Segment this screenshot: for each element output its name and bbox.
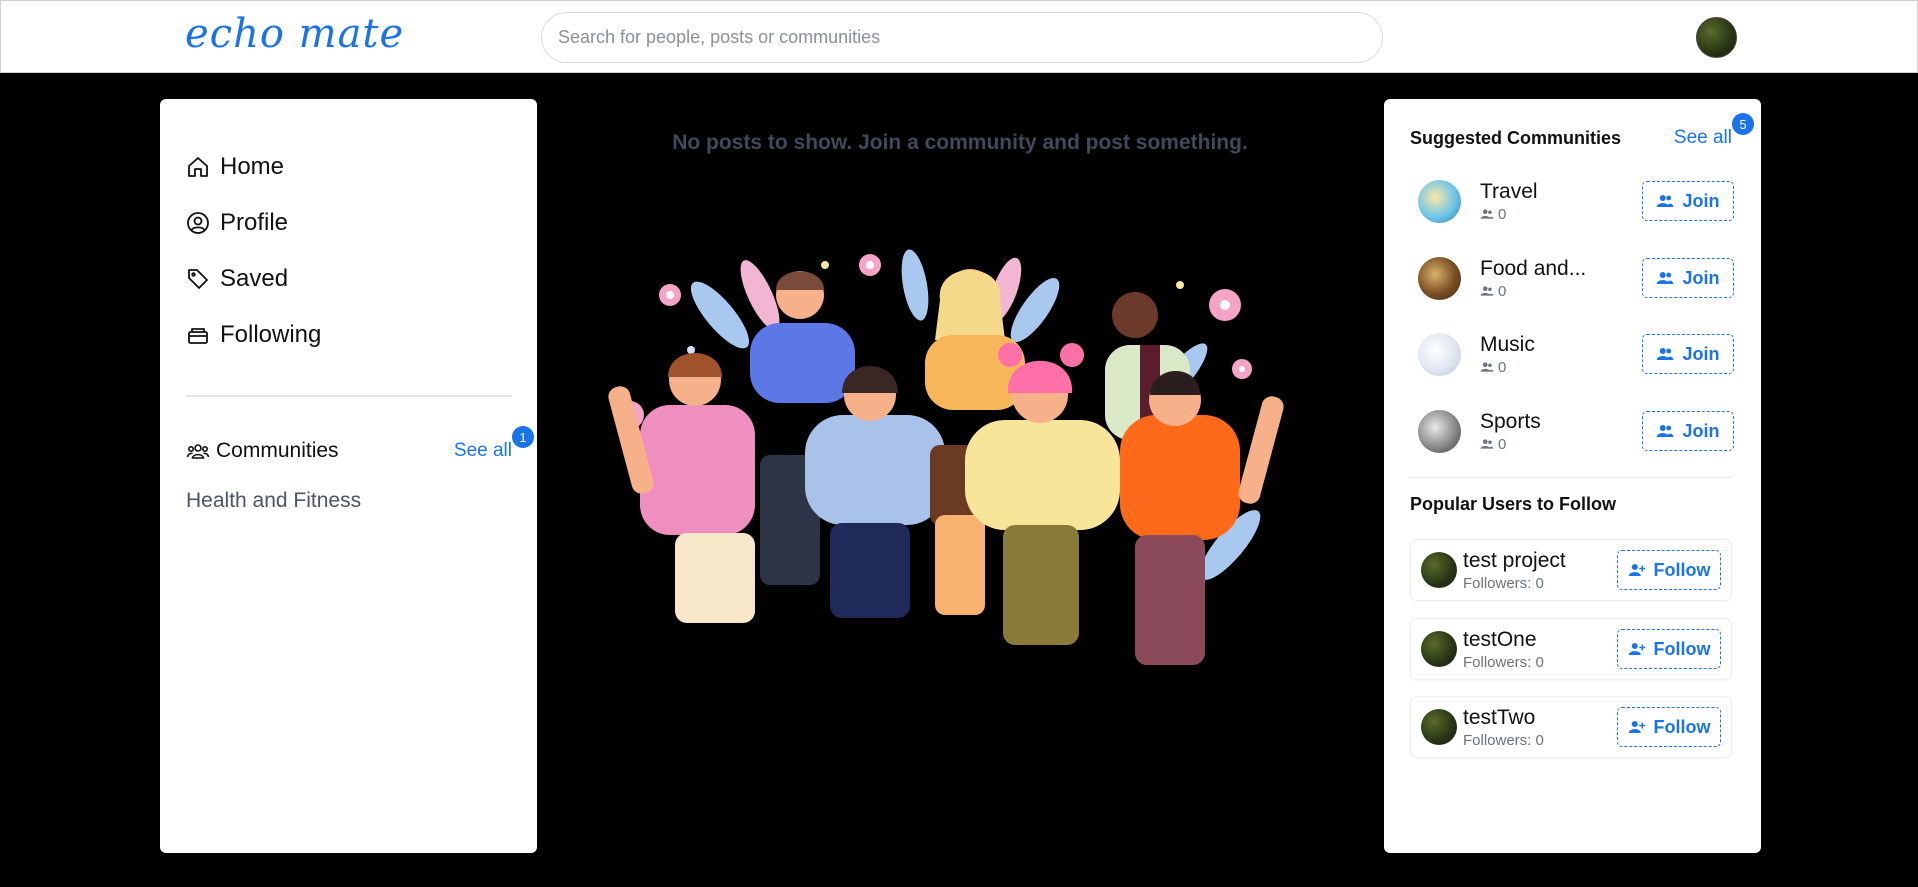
nav-label-home: Home	[220, 153, 285, 180]
home-icon	[188, 157, 208, 177]
communities-title: Communities	[186, 439, 339, 463]
follower-count: Followers: 0	[1463, 574, 1544, 592]
community-avatar	[1418, 332, 1461, 376]
member-count-value: 0	[1498, 205, 1507, 223]
member-count: 0	[1480, 436, 1642, 453]
communities-see-all-link[interactable]: See all 1	[453, 426, 534, 462]
users-icon	[186, 444, 210, 459]
tag-icon	[188, 269, 208, 289]
community-row-travel: Travel 0 Join	[1418, 175, 1734, 227]
community-avatar	[1418, 256, 1461, 300]
community-row-food: Food and... 0 Join	[1418, 252, 1734, 304]
nav-label-profile: Profile	[220, 209, 289, 236]
join-button[interactable]: Join	[1642, 411, 1734, 451]
communities-count-badge: 1	[512, 426, 534, 448]
follow-button[interactable]: Follow	[1617, 707, 1721, 747]
follow-button[interactable]: Follow	[1617, 550, 1721, 590]
user-avatar[interactable]	[1421, 709, 1457, 745]
users-icon	[1657, 195, 1674, 207]
community-item[interactable]: Health and Fitness	[186, 489, 361, 513]
member-count-value: 0	[1498, 435, 1507, 453]
nav-item-home[interactable]: Home	[186, 153, 284, 181]
members-icon	[1480, 362, 1494, 372]
members-icon	[1480, 286, 1494, 296]
community-row-music: Music 0 Join	[1418, 328, 1734, 380]
join-button[interactable]: Join	[1642, 181, 1734, 221]
sidebar-divider	[186, 395, 512, 397]
user-row: testOne Followers: 0 Follow	[1410, 618, 1732, 680]
left-sidebar: Home Profile Saved Following Communities…	[160, 99, 537, 853]
member-count-value: 0	[1498, 358, 1507, 376]
user-avatar[interactable]	[1696, 17, 1737, 58]
top-navbar: echo mate	[0, 0, 1918, 73]
nav-label-saved: Saved	[220, 265, 289, 292]
join-button-label: Join	[1682, 420, 1720, 441]
follower-count: Followers: 0	[1463, 653, 1544, 671]
nav-item-saved[interactable]: Saved	[186, 265, 288, 293]
user-name[interactable]: testOne	[1463, 628, 1617, 652]
members-icon	[1480, 439, 1494, 449]
community-name: Food and...	[1480, 256, 1587, 280]
users-icon	[1657, 425, 1674, 437]
inbox-icon	[188, 328, 208, 344]
user-avatar[interactable]	[1421, 552, 1457, 588]
user-avatar[interactable]	[1421, 631, 1457, 667]
suggested-see-all-label: See all	[1673, 127, 1732, 148]
communities-label: Communities	[216, 439, 339, 462]
search-input[interactable]	[541, 12, 1383, 63]
right-sidebar: Suggested Communities See all 5 Travel 0…	[1384, 99, 1761, 853]
user-circle-icon	[187, 212, 209, 234]
suggested-count-badge: 5	[1732, 113, 1754, 135]
user-name[interactable]: test project	[1463, 549, 1617, 573]
join-button-label: Join	[1682, 190, 1720, 211]
join-button-label: Join	[1682, 343, 1720, 364]
suggested-see-all-link[interactable]: See all 5	[1673, 113, 1754, 149]
user-row: testTwo Followers: 0 Follow	[1410, 696, 1732, 758]
follow-button[interactable]: Follow	[1617, 629, 1721, 669]
join-button[interactable]: Join	[1642, 258, 1734, 298]
members-icon	[1480, 209, 1494, 219]
user-plus-icon	[1628, 564, 1645, 576]
nav-label-following: Following	[220, 321, 322, 348]
user-row: test project Followers: 0 Follow	[1410, 539, 1732, 601]
follow-button-label: Follow	[1653, 716, 1711, 737]
popular-users-header: Popular Users to Follow	[1410, 494, 1732, 515]
member-count: 0	[1480, 283, 1642, 300]
communities-header: Communities See all 1	[186, 426, 534, 463]
suggested-communities-header: Suggested Communities See all 5	[1410, 113, 1754, 149]
empty-feed-message: No posts to show. Join a community and p…	[672, 131, 1248, 154]
user-name[interactable]: testTwo	[1463, 706, 1617, 730]
follow-button-label: Follow	[1653, 638, 1711, 659]
follow-button-label: Follow	[1653, 559, 1711, 580]
right-sidebar-divider	[1410, 477, 1732, 478]
follower-count: Followers: 0	[1463, 731, 1544, 749]
communities-see-all-label: See all	[453, 440, 512, 461]
suggested-communities-title: Suggested Communities	[1410, 127, 1622, 148]
member-count: 0	[1480, 206, 1642, 223]
community-row-sports: Sports 0 Join	[1418, 405, 1734, 457]
nav-item-following[interactable]: Following	[186, 321, 321, 349]
user-plus-icon	[1628, 643, 1645, 655]
app-logo[interactable]: echo mate	[185, 11, 404, 57]
nav-item-profile[interactable]: Profile	[186, 209, 288, 237]
community-avatar	[1418, 179, 1461, 223]
community-name: Music	[1480, 332, 1535, 356]
user-plus-icon	[1628, 721, 1645, 733]
join-button[interactable]: Join	[1642, 334, 1734, 374]
users-icon	[1657, 348, 1674, 360]
community-avatar	[1418, 409, 1461, 453]
member-count: 0	[1480, 359, 1642, 376]
community-people-illustration	[608, 249, 1284, 665]
popular-users-title: Popular Users to Follow	[1410, 494, 1617, 514]
community-name: Sports	[1480, 409, 1541, 433]
users-icon	[1657, 272, 1674, 284]
member-count-value: 0	[1498, 282, 1507, 300]
community-name: Travel	[1480, 179, 1538, 203]
join-button-label: Join	[1682, 267, 1720, 288]
